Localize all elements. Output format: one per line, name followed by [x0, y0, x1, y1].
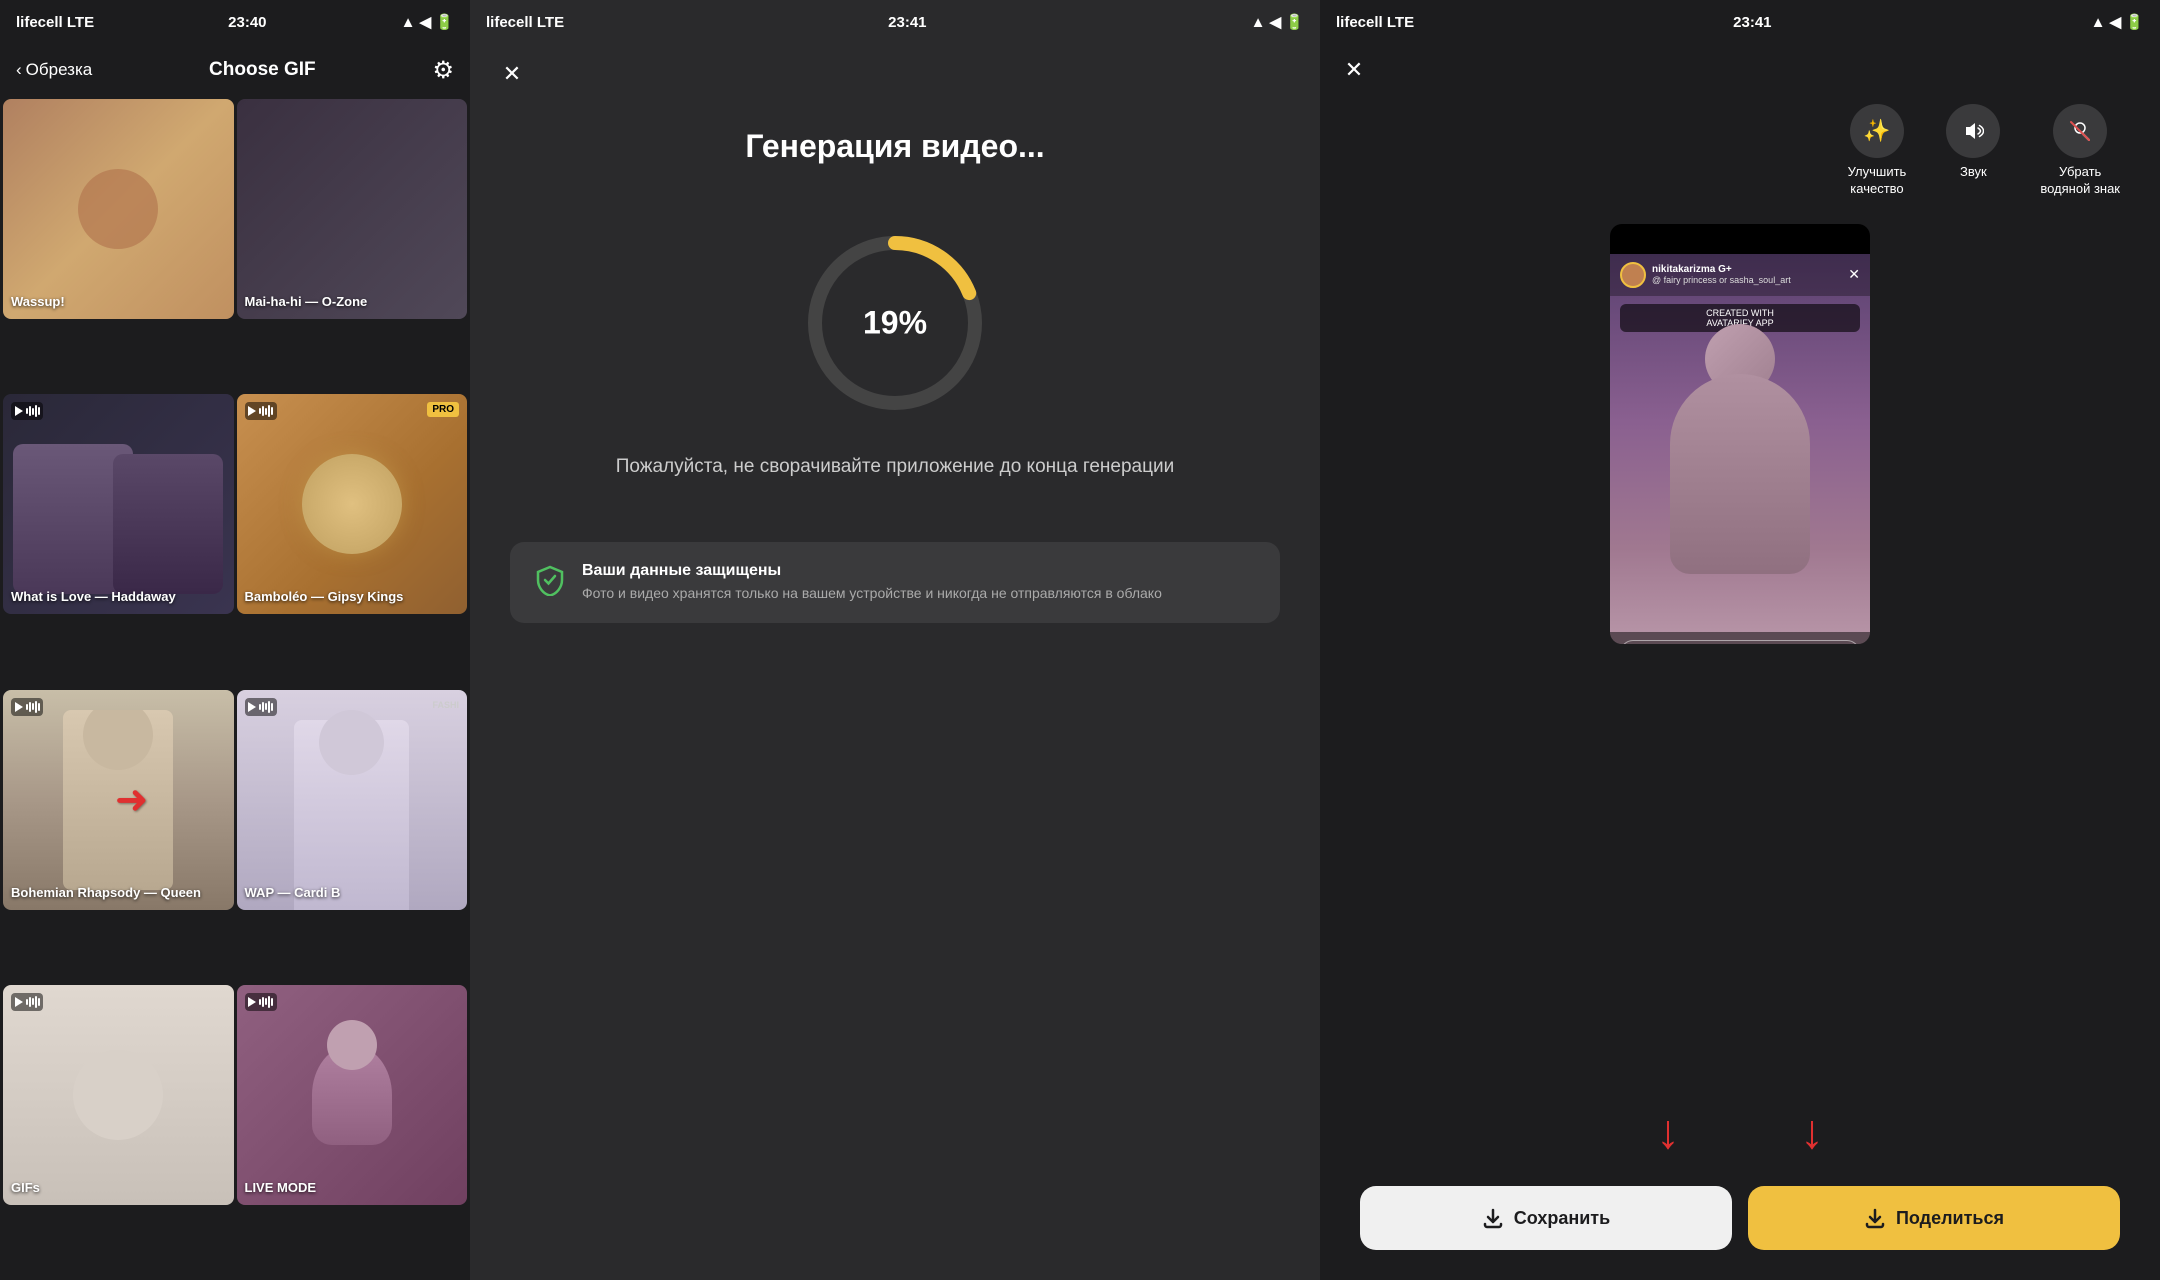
time-3: 23:41: [1733, 14, 1771, 31]
security-title: Ваши данные защищены: [582, 562, 1162, 580]
action-sound[interactable]: Звук: [1946, 104, 2000, 198]
battery-icons-1: ▲ ◀ 🔋: [401, 13, 454, 31]
red-arrows: ↓ ↓: [1320, 1085, 2160, 1170]
back-button[interactable]: ‹ Обрезка: [16, 60, 92, 80]
carrier-3: lifecell LTE: [1336, 14, 1414, 31]
close-button-2[interactable]: ✕: [494, 56, 530, 92]
insta-close-icon[interactable]: ✕: [1848, 266, 1860, 283]
play-icon-wap: [245, 698, 277, 716]
red-arrow-right: ↓: [1800, 1105, 1824, 1160]
carrier-1: lifecell LTE: [16, 14, 94, 31]
save-label: Сохранить: [1514, 1208, 1610, 1229]
gif-cell-whatis[interactable]: What is Love — Haddaway: [3, 394, 234, 614]
battery-icons-2: ▲ ◀ 🔋: [1251, 13, 1304, 31]
share-button[interactable]: Поделиться: [1748, 1186, 2120, 1250]
back-label: Обрезка: [26, 60, 93, 80]
pro-badge: PRO: [427, 402, 459, 417]
gif-label-bohemian: Bohemian Rhapsody — Queen: [11, 885, 201, 902]
gif-label-gifs: GIFs: [11, 1180, 40, 1197]
progress-container: 19%: [470, 233, 1320, 413]
insta-username: nikitakarizma G+: [1652, 264, 1842, 275]
time-1: 23:40: [228, 14, 266, 31]
play-icon-whatis: [11, 402, 43, 420]
gif-label-bamboleo: Bamboléo — Gipsy Kings: [245, 589, 404, 606]
gear-icon[interactable]: ⚙: [432, 56, 454, 85]
watermark-icon: [2053, 104, 2107, 158]
gif-cell-livemode[interactable]: LIVE MODE: [237, 985, 468, 1205]
gif-label-maihahi: Mai-ha-hi — O-Zone: [245, 294, 368, 311]
share-label: Поделиться: [1896, 1208, 2004, 1229]
bottom-actions: Сохранить Поделиться: [1320, 1170, 2160, 1280]
nav-bar-1: ‹ Обрезка Choose GIF ⚙: [0, 44, 470, 96]
red-arrow-left: ↓: [1656, 1105, 1680, 1160]
gif-label-wap: WAP — Cardi B: [245, 885, 341, 902]
insta-subtitle: @ fairy princess or sasha_soul_art: [1652, 275, 1842, 285]
save-button[interactable]: Сохранить: [1360, 1186, 1732, 1250]
preview-area: nikitakarizma G+ @ fairy princess or sas…: [1320, 214, 2160, 1085]
play-icon-gifs: [11, 993, 43, 1011]
progress-ring: 19%: [805, 233, 985, 413]
action-bar: ✨ Улучшитькачество Звук Убратьво: [1320, 96, 2160, 214]
status-bar-2: lifecell LTE 23:41 ▲ ◀ 🔋: [470, 0, 1320, 44]
time-2: 23:41: [888, 14, 926, 31]
gif-cell-gifs[interactable]: GIFs: [3, 985, 234, 1205]
play-icon-bamboleo: [245, 402, 277, 420]
battery-icons-3: ▲ ◀ 🔋: [2091, 13, 2144, 31]
send-message-button[interactable]: Отправить сообщение: [1620, 640, 1860, 644]
panel3-header: ✕: [1320, 44, 2160, 96]
insta-avatar: [1620, 262, 1646, 288]
save-icon: [1482, 1207, 1504, 1229]
security-box: Ваши данные защищены Фото и видео хранят…: [510, 542, 1280, 624]
gif-label-wassup: Wassup!: [11, 294, 65, 311]
gif-cell-maihahi[interactable]: Mai-ha-hi — O-Zone: [237, 99, 468, 319]
play-icon-bohemian: [11, 698, 43, 716]
insta-footer: Отправить сообщение: [1610, 632, 1870, 644]
generation-title: Генерация видео...: [470, 104, 1320, 213]
panel-choose-gif: lifecell LTE 23:40 ▲ ◀ 🔋 ‹ Обрезка Choos…: [0, 0, 470, 1280]
enhance-icon: ✨: [1850, 104, 1904, 158]
video-preview: nikitakarizma G+ @ fairy princess or sas…: [1610, 224, 1870, 644]
panel-generation: lifecell LTE 23:41 ▲ ◀ 🔋 ✕ Генерация вид…: [470, 0, 1320, 1280]
gif-cell-bamboleo[interactable]: PRO Bamboléo — Gipsy Kings: [237, 394, 468, 614]
play-icon-livemode: [245, 993, 277, 1011]
page-title: Choose GIF: [209, 59, 316, 81]
gif-cell-bohemian[interactable]: Bohemian Rhapsody — Queen ➜: [3, 690, 234, 910]
video-content: nikitakarizma G+ @ fairy princess or sas…: [1610, 254, 1870, 644]
insta-info: nikitakarizma G+ @ fairy princess or sas…: [1652, 264, 1842, 285]
sound-label: Звук: [1960, 164, 1987, 179]
status-bar-3: lifecell LTE 23:41 ▲ ◀ 🔋: [1320, 0, 2160, 44]
insta-header: nikitakarizma G+ @ fairy princess or sas…: [1610, 254, 1870, 296]
close-button-3[interactable]: ✕: [1336, 52, 1372, 88]
security-description: Фото и видео хранятся только на вашем ус…: [582, 584, 1162, 604]
sound-icon: [1946, 104, 2000, 158]
share-icon: [1864, 1207, 1886, 1229]
shield-icon: [534, 564, 566, 596]
security-text: Ваши данные защищены Фото и видео хранят…: [582, 562, 1162, 604]
panel2-header: ✕: [470, 44, 1320, 104]
gif-cell-wap[interactable]: FASHI WAP — Cardi B: [237, 690, 468, 910]
action-watermark[interactable]: Убратьводяной знак: [2040, 104, 2120, 198]
status-bar-1: lifecell LTE 23:40 ▲ ◀ 🔋: [0, 0, 470, 44]
gif-label-whatis: What is Love — Haddaway: [11, 589, 176, 606]
progress-percentage: 19%: [863, 305, 927, 342]
enhance-label: Улучшитькачество: [1848, 164, 1907, 198]
panel-result: lifecell LTE 23:41 ▲ ◀ 🔋 ✕ ✨ Улучшитькач…: [1320, 0, 2160, 1280]
gif-label-livemode: LIVE MODE: [245, 1180, 317, 1197]
action-enhance[interactable]: ✨ Улучшитькачество: [1848, 104, 1907, 198]
red-arrow-bohemian: ➜: [115, 777, 149, 823]
gif-grid: Wassup! Mai-ha-hi — O-Zone What is Love …: [0, 96, 470, 1280]
generation-subtitle: Пожалуйста, не сворачивайте приложение д…: [470, 453, 1320, 542]
watermark-label: Убратьводяной знак: [2040, 164, 2120, 198]
chevron-left-icon: ‹: [16, 60, 22, 80]
gif-cell-wassup[interactable]: Wassup!: [3, 99, 234, 319]
carrier-2: lifecell LTE: [486, 14, 564, 31]
